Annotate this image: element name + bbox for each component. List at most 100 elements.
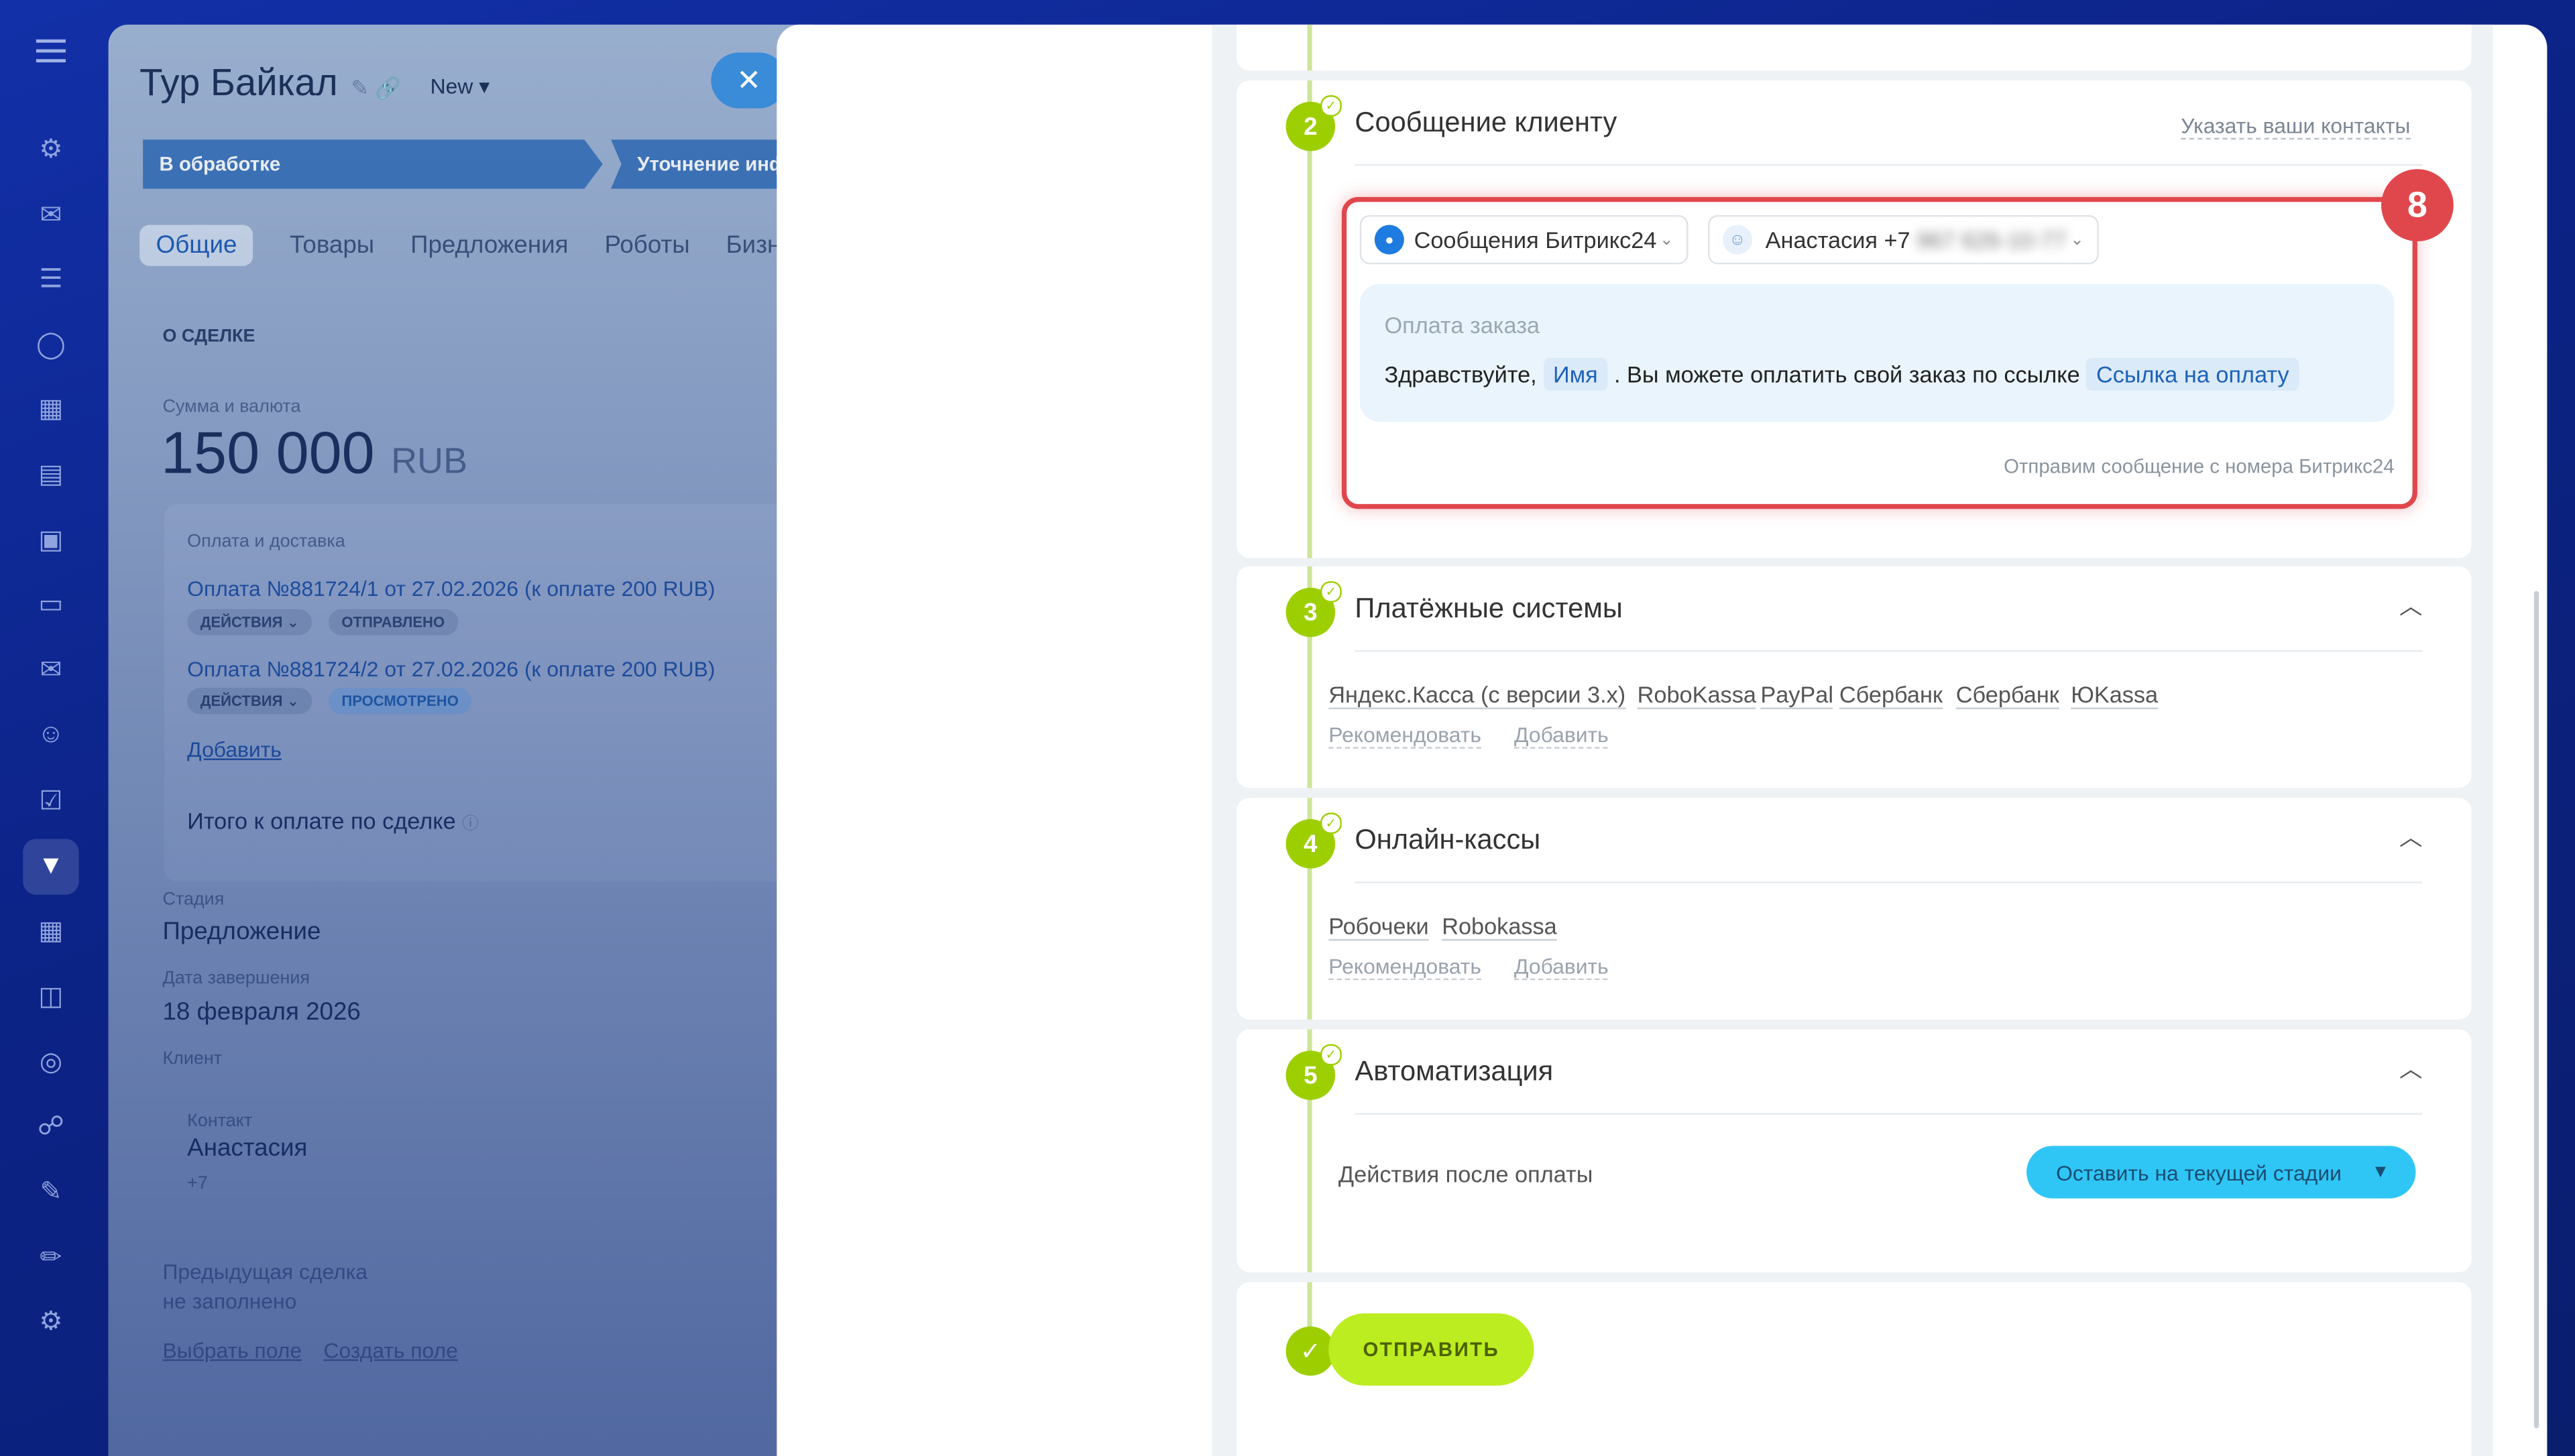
step-title-message: Сообщение клиенту: [1355, 107, 1617, 138]
contact-phone: +7: [187, 1174, 208, 1194]
rail-item-settings-icon[interactable]: ⚙: [23, 1294, 78, 1349]
deal-tabs: Общие Товары Предложения Роботы Бизнес: [139, 225, 807, 266]
step-title-automation: Автоматизация: [1355, 1055, 1554, 1087]
close-icon: ✕: [736, 63, 762, 97]
rail-item-groups-icon[interactable]: ◯: [23, 317, 78, 373]
var-payment-link[interactable]: Ссылка на оплату: [2086, 357, 2299, 391]
rail-item-cart-icon[interactable]: ☍: [23, 1098, 78, 1154]
message-body-text: . Вы можете оплатить свой заказ по ссылк…: [1613, 361, 2080, 387]
payment-system-sberbank-1[interactable]: Сбербанк: [1839, 681, 1943, 709]
screen: ⚙ ✉ ☰ ◯ ▦ ▤ ▣ ▭ ✉ ☺ ☑ ▼ ▦ ◫ ◎ ☍ ✎ ✏ ⚙ Ту…: [0, 0, 2575, 1456]
payment-actions-2[interactable]: ДЕЙСТВИЯ ⌄: [187, 688, 312, 715]
stage-value: Предложение: [162, 917, 321, 946]
cashbox-robocheki[interactable]: Робочеки: [1328, 913, 1429, 941]
rail-item-target-icon[interactable]: ◎: [23, 1034, 78, 1090]
add-payment-system-link[interactable]: Добавить: [1513, 723, 1609, 749]
rail-item-edit-icon[interactable]: ✏: [23, 1229, 78, 1285]
step-number-5: 5 ✓: [1285, 1044, 1342, 1100]
rail-item-team-icon[interactable]: ☺: [23, 708, 78, 764]
payment-system-yandex[interactable]: Яндекс.Касса (с версии 3.x): [1328, 681, 1626, 709]
tab-offers[interactable]: Предложения: [410, 225, 568, 266]
contact-name[interactable]: Анастасия: [187, 1134, 307, 1162]
rail-item-chat-icon[interactable]: ✉: [23, 187, 78, 243]
panel-scrollbar[interactable]: [2533, 591, 2539, 1429]
rail-item-mail-icon[interactable]: ✉: [23, 642, 78, 698]
left-nav-rail: ⚙ ✉ ☰ ◯ ▦ ▤ ▣ ▭ ✉ ☺ ☑ ▼ ▦ ◫ ◎ ☍ ✎ ✏ ⚙: [0, 0, 102, 1456]
collapse-chevron-icon[interactable]: ︿: [2399, 821, 2422, 854]
payment-system-paypal[interactable]: PayPal: [1760, 681, 1833, 709]
after-payment-select[interactable]: Оставить на текущей стадии ▼: [2026, 1146, 2416, 1199]
rail-item-calendar-icon[interactable]: ▦: [23, 381, 78, 436]
step-payment-systems-card: 3 ✓ Платёжные системы ︿ Яндекс.Касса (с в…: [1237, 566, 2472, 788]
check-icon: ✓: [1320, 1044, 1342, 1066]
recommend-payment-link[interactable]: Рекомендовать: [1328, 723, 1481, 749]
step-number-4: 4 ✓: [1285, 812, 1342, 869]
rail-item-board-icon[interactable]: ▣: [23, 512, 78, 568]
payment-status-2: ПРОСМОТРЕНО: [328, 688, 472, 715]
deal-title: Тур Байкал ✎ 🔗: [139, 60, 402, 104]
bitrix-messages-icon: ●: [1374, 225, 1404, 255]
payment-status-1: ОТПРАВЛЕНО: [328, 609, 458, 635]
payment-actions-1[interactable]: ДЕЙСТВИЯ ⌄: [187, 609, 312, 635]
step-title-online-cash: Онлайн-кассы: [1355, 824, 1541, 855]
send-button[interactable]: ОТПРАВИТЬ: [1328, 1313, 1534, 1386]
stage-label: Стадия: [162, 890, 225, 910]
step-number-3: 3 ✓: [1285, 581, 1342, 638]
var-name[interactable]: Имя: [1543, 357, 1608, 391]
tab-robots[interactable]: Роботы: [604, 225, 689, 266]
collapse-chevron-icon[interactable]: ︿: [2399, 589, 2422, 622]
chevron-down-icon: ⌄: [1659, 231, 1674, 249]
check-icon: ✓: [1320, 581, 1342, 603]
tab-general[interactable]: Общие: [139, 225, 253, 266]
client-label: Клиент: [162, 1048, 223, 1069]
close-slider-button[interactable]: ✕: [711, 52, 787, 109]
payment-link-1[interactable]: Оплата №881724/1 от 27.02.2026 (к оплате…: [187, 577, 715, 601]
section-about-deal: О СДЕЛКЕ: [162, 326, 255, 347]
payment-system-robokassa[interactable]: RoboKassa: [1637, 681, 1756, 709]
rail-item-tasks-icon[interactable]: ⚙: [23, 121, 78, 177]
rail-item-sign-icon[interactable]: ✎: [23, 1164, 78, 1219]
step-online-cash-card: 4 ✓ Онлайн-кассы ︿ Робочеки Robokassa Рек…: [1237, 798, 2472, 1020]
recipient-select[interactable]: ☺ Анастасия +7 967 626-10-77 ⌄: [1707, 215, 2099, 265]
after-payment-label: Действия после оплаты: [1338, 1160, 1593, 1187]
edit-pencil-icon[interactable]: ✎ 🔗: [351, 76, 401, 101]
stage-in-progress[interactable]: В обработке: [143, 139, 603, 189]
final-check-icon: ✓: [1285, 1326, 1336, 1376]
recommend-cashbox-link[interactable]: Рекомендовать: [1328, 954, 1481, 981]
create-field-link[interactable]: Создать поле: [323, 1338, 457, 1363]
cashbox-robokassa[interactable]: Robokassa: [1442, 913, 1557, 941]
rail-item-store-icon[interactable]: ◫: [23, 969, 78, 1024]
rail-item-crm-icon[interactable]: ▼: [23, 839, 79, 895]
rail-item-check-icon[interactable]: ☑: [23, 773, 78, 829]
deal-category-select[interactable]: New ▾: [431, 74, 490, 100]
total-label: Итого к оплате по сделке ⓘ: [187, 807, 479, 835]
rail-item-drive-icon[interactable]: ▭: [23, 577, 78, 632]
message-preview[interactable]: Оплата заказа Здравствуйте, Имя . Вы мож…: [1359, 284, 2395, 422]
info-icon[interactable]: ⓘ: [462, 816, 478, 834]
end-date-label: Дата завершения: [162, 968, 310, 989]
select-field-link[interactable]: Выбрать поле: [162, 1338, 302, 1363]
rail-item-feed-icon[interactable]: ☰: [23, 251, 78, 307]
chevron-down-icon: ⌄: [2070, 231, 2084, 249]
collapse-chevron-icon[interactable]: ︿: [2399, 1052, 2422, 1085]
contact-label: Контакт: [187, 1111, 253, 1132]
greeting-text: Здравствуйте,: [1384, 361, 1537, 387]
step-automation-card: 5 ✓ Автоматизация ︿ Действия после оплаты…: [1237, 1029, 2472, 1272]
menu-icon[interactable]: [36, 33, 66, 69]
payment-system-sberbank-2[interactable]: Сбербанк: [1955, 681, 2059, 709]
timeline-line: [1307, 80, 1312, 558]
tab-products[interactable]: Товары: [290, 225, 374, 266]
recipient-label: Анастасия +7: [1765, 226, 1910, 253]
rail-item-docs-icon[interactable]: ▤: [23, 446, 78, 502]
amount-label: Сумма и валюта: [162, 397, 301, 418]
divider: [1355, 882, 2423, 884]
channel-select[interactable]: ● Сообщения Битрикс24 ⌄: [1359, 215, 1689, 265]
specify-contacts-link[interactable]: Указать ваши контакты: [2181, 113, 2411, 140]
add-cashbox-link[interactable]: Добавить: [1513, 954, 1609, 981]
message-title: Оплата заказа: [1384, 312, 1540, 339]
rail-item-booking-icon[interactable]: ▦: [23, 903, 78, 959]
payment-link-2[interactable]: Оплата №881724/2 от 27.02.2026 (к оплате…: [187, 657, 715, 682]
person-icon: ☺: [1723, 225, 1753, 255]
add-payment-link[interactable]: Добавить: [187, 737, 282, 762]
payment-system-yukassa[interactable]: ЮKassa: [2071, 681, 2159, 709]
